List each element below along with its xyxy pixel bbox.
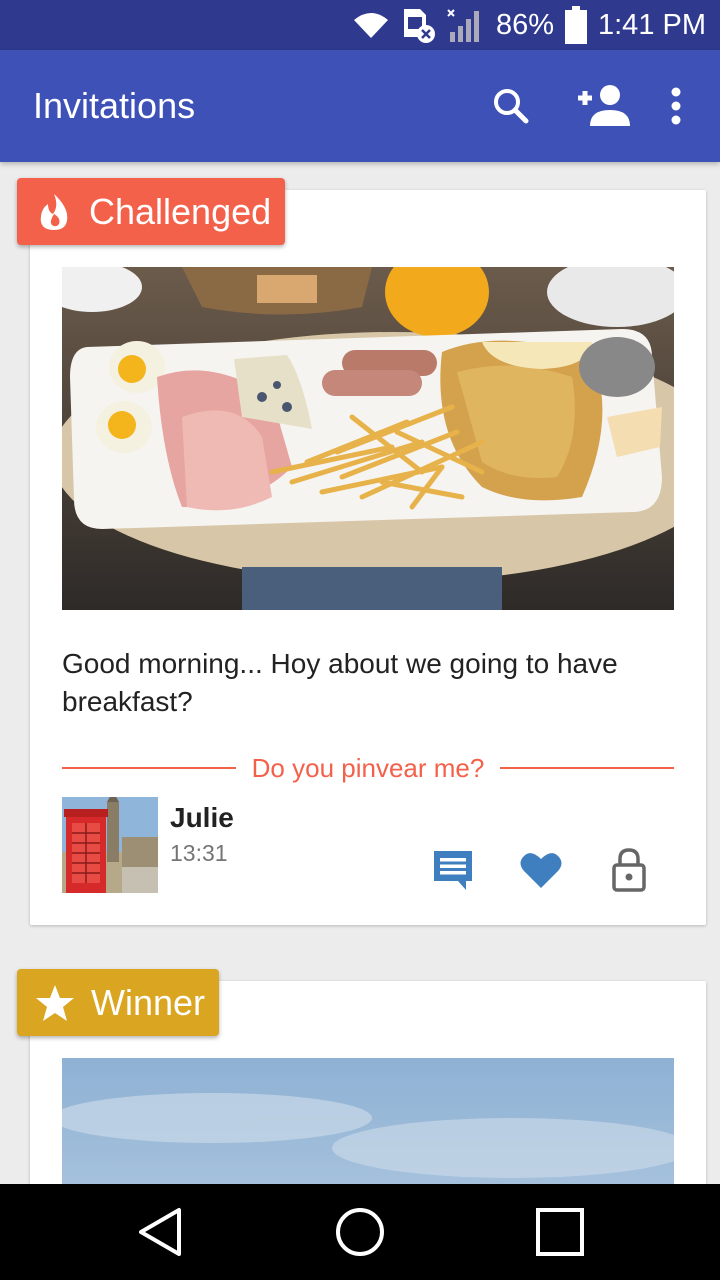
back-button[interactable] <box>110 1184 210 1280</box>
heart-icon <box>520 853 562 888</box>
comment-button[interactable] <box>428 845 478 895</box>
search-icon <box>494 89 529 124</box>
back-triangle-icon <box>139 1208 181 1256</box>
overflow-menu-button[interactable] <box>646 50 706 162</box>
post-time: 13:31 <box>170 840 228 866</box>
clock: 1:41 PM <box>598 8 706 41</box>
lock-icon <box>612 848 646 892</box>
more-vert-icon <box>671 87 681 125</box>
star-icon <box>36 984 74 1021</box>
like-button[interactable] <box>516 845 566 895</box>
prompt-divider: Do you pinvear me? <box>62 750 674 786</box>
add-user-button[interactable] <box>556 50 646 162</box>
divider-line-left <box>62 767 236 769</box>
author-name[interactable]: Julie <box>170 802 234 834</box>
invitation-message: Good morning... Hoy about we going to ha… <box>62 648 618 717</box>
invitations-list[interactable]: Challenged Good morning... Hoy about we … <box>0 162 720 1184</box>
home-button[interactable] <box>310 1184 410 1280</box>
divider-line-right <box>500 767 674 769</box>
sky-photo[interactable] <box>62 1058 674 1184</box>
home-circle-icon <box>336 1208 384 1256</box>
badge-label: Challenged <box>89 190 272 232</box>
signal-icon <box>446 8 486 42</box>
challenged-badge: Challenged <box>17 178 286 245</box>
recents-button[interactable] <box>510 1184 610 1280</box>
app-bar: Invitations <box>0 50 720 162</box>
badge-label: Winner <box>91 981 206 1023</box>
battery-percent: 86% <box>495 8 554 41</box>
system-nav-bar <box>0 1184 720 1280</box>
invitation-card[interactable]: Challenged Good morning... Hoy about we … <box>17 178 706 925</box>
invitation-card[interactable]: Winner <box>17 969 706 1184</box>
search-button[interactable] <box>466 50 556 162</box>
sim-card-error-icon <box>400 7 436 43</box>
recents-square-icon <box>536 1208 584 1256</box>
wifi-icon <box>352 10 390 40</box>
status-bar: 86% 1:41 PM <box>0 0 720 50</box>
battery-icon <box>564 6 588 44</box>
breakfast-photo[interactable] <box>62 267 674 610</box>
pinvear-prompt[interactable]: Do you pinvear me? <box>236 753 501 784</box>
avatar[interactable] <box>62 797 158 893</box>
page-title: Invitations <box>33 85 196 126</box>
lock-button[interactable] <box>604 845 654 895</box>
winner-badge: Winner <box>17 969 220 1036</box>
flame-icon <box>40 193 68 230</box>
comment-icon <box>434 851 472 890</box>
add-person-icon <box>578 85 630 126</box>
